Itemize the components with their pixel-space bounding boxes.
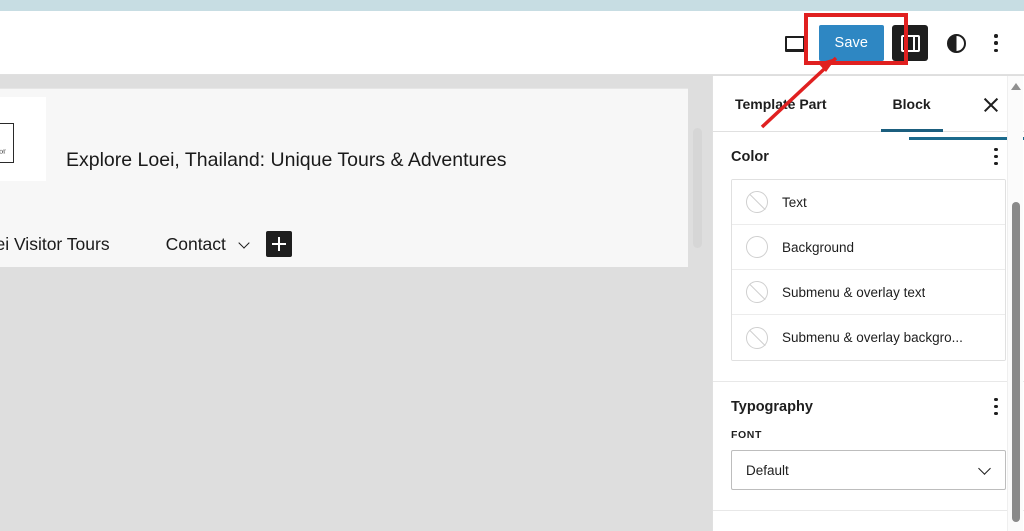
- editor-screen: Save LOEI Visitor Exp: [0, 0, 1024, 531]
- color-panel: Color Text Background Submenu & overlay …: [713, 132, 1024, 382]
- chevron-down-icon[interactable]: [238, 237, 252, 251]
- desktop-view-button[interactable]: [775, 23, 815, 63]
- more-options-button[interactable]: [976, 23, 1016, 63]
- editor-header-bar: Save: [0, 11, 1024, 75]
- color-swatch-icon: [746, 326, 768, 349]
- tab-template-part[interactable]: Template Part: [731, 76, 831, 132]
- color-row-label: Submenu & overlay backgro...: [782, 330, 963, 345]
- color-row-text[interactable]: Text: [732, 180, 1005, 225]
- typography-panel-header: Typography: [731, 398, 1006, 415]
- header-toolbar: Save: [775, 11, 1016, 75]
- contrast-toggle-button[interactable]: [936, 23, 976, 63]
- typography-panel-title: Typography: [731, 398, 813, 415]
- color-swatch-icon: [746, 236, 768, 258]
- site-logo[interactable]: LOEI Visitor: [0, 97, 46, 181]
- save-button[interactable]: Save: [818, 25, 884, 61]
- close-icon[interactable]: [980, 94, 1002, 116]
- chevron-down-icon: [979, 463, 993, 477]
- color-row-label: Text: [782, 194, 807, 210]
- settings-sidebar: Template Part Block Color Text Backgroun…: [712, 76, 1024, 531]
- contrast-icon: [946, 33, 966, 53]
- logo-subtext: Visitor: [0, 146, 7, 157]
- editor-canvas[interactable]: LOEI Visitor Explore Loei, Thailand: Uni…: [0, 76, 712, 531]
- browser-top-strip: [0, 0, 1024, 11]
- font-select[interactable]: Default: [731, 450, 1006, 490]
- color-option-list: Text Background Submenu & overlay text S…: [731, 179, 1006, 361]
- color-row-submenu-background[interactable]: Submenu & overlay backgro...: [732, 315, 1005, 360]
- font-select-value: Default: [746, 462, 789, 478]
- typography-panel: Typography FONT Default: [713, 382, 1024, 511]
- sidebar-scrollbar[interactable]: [1007, 76, 1023, 531]
- color-swatch-icon: [746, 281, 768, 303]
- color-swatch-icon: [746, 191, 768, 213]
- tab-block[interactable]: Block: [880, 76, 943, 132]
- color-row-label: Background: [782, 239, 855, 255]
- sidebar-tab-strip: Template Part Block: [713, 76, 1024, 140]
- color-panel-title: Color: [731, 148, 769, 165]
- site-tagline[interactable]: Explore Loei, Thailand: Unique Tours & A…: [66, 149, 506, 172]
- template-part-preview[interactable]: LOEI Visitor Explore Loei, Thailand: Uni…: [0, 88, 688, 267]
- color-panel-header: Color: [731, 148, 1006, 165]
- site-header-block[interactable]: LOEI Visitor Explore Loei, Thailand: Uni…: [0, 89, 688, 219]
- more-options-kebab-icon: [994, 34, 998, 52]
- canvas-scrollbar[interactable]: [693, 128, 702, 248]
- color-row-label: Submenu & overlay text: [782, 284, 926, 300]
- panel-options-kebab-icon[interactable]: [994, 398, 998, 415]
- settings-panel-icon: [900, 34, 920, 52]
- scroll-up-arrow-icon[interactable]: [1011, 83, 1021, 90]
- desktop-view-icon: [784, 35, 805, 52]
- panel-options-kebab-icon[interactable]: [994, 148, 998, 165]
- nav-item-contact[interactable]: Contact: [166, 234, 226, 255]
- font-field-label: FONT: [731, 429, 762, 441]
- logo-frame-shape: [0, 123, 14, 163]
- site-brand-name[interactable]: Loei Visitor Tours: [0, 234, 110, 255]
- color-row-background[interactable]: Background: [732, 225, 1005, 270]
- sidebar-scrollbar-thumb[interactable]: [1012, 202, 1020, 522]
- settings-sidebar-toggle-button[interactable]: [892, 25, 928, 61]
- color-row-submenu-text[interactable]: Submenu & overlay text: [732, 270, 1005, 315]
- site-navigation-block[interactable]: Loei Visitor Tours Contact: [0, 221, 688, 267]
- add-block-plus-icon[interactable]: [265, 231, 292, 257]
